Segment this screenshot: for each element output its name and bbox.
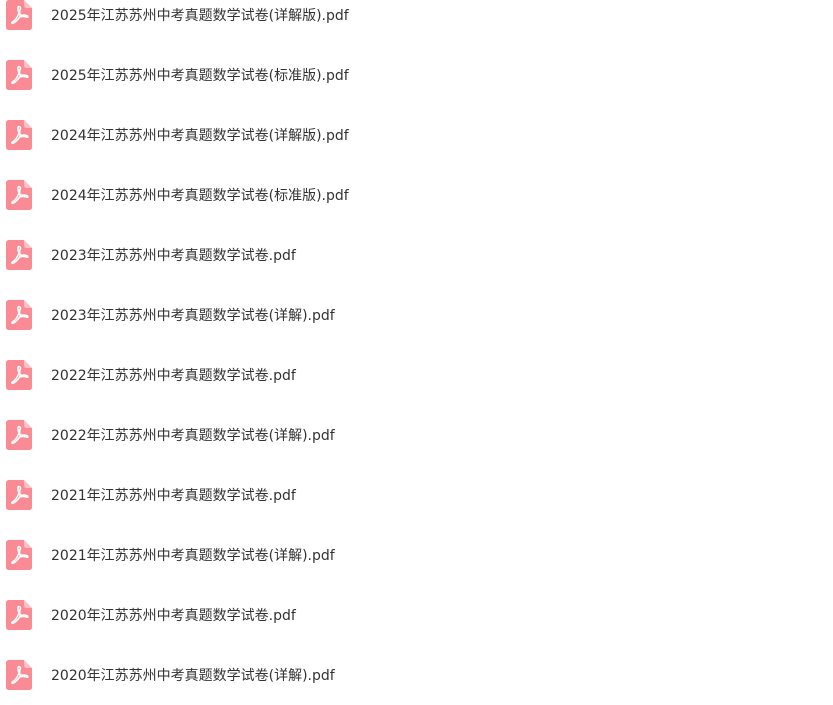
file-list-item[interactable]: 2022年江苏苏州中考真题数学试卷(详解).pdf — [0, 405, 833, 465]
pdf-file-icon — [6, 0, 32, 30]
pdf-file-icon — [6, 480, 32, 510]
file-name: 2023年江苏苏州中考真题数学试卷.pdf — [51, 248, 296, 264]
file-list-item[interactable]: 2021年江苏苏州中考真题数学试卷.pdf — [0, 465, 833, 525]
file-list: 2025年江苏苏州中考真题数学试卷(详解版).pdf 2025年江苏苏州中考真题… — [0, 0, 833, 705]
pdf-file-icon — [6, 540, 32, 570]
file-name: 2023年江苏苏州中考真题数学试卷(详解).pdf — [51, 308, 335, 324]
file-list-item[interactable]: 2025年江苏苏州中考真题数学试卷(标准版).pdf — [0, 45, 833, 105]
pdf-file-icon — [6, 120, 32, 150]
pdf-file-icon — [6, 180, 32, 210]
pdf-file-icon — [6, 240, 32, 270]
file-list-item[interactable]: 2023年江苏苏州中考真题数学试卷(详解).pdf — [0, 285, 833, 345]
file-list-item[interactable]: 2023年江苏苏州中考真题数学试卷.pdf — [0, 225, 833, 285]
file-list-item[interactable]: 2024年江苏苏州中考真题数学试卷(标准版).pdf — [0, 165, 833, 225]
file-list-item[interactable]: 2024年江苏苏州中考真题数学试卷(详解版).pdf — [0, 105, 833, 165]
file-name: 2021年江苏苏州中考真题数学试卷.pdf — [51, 488, 296, 504]
pdf-file-icon — [6, 300, 32, 330]
file-name: 2025年江苏苏州中考真题数学试卷(详解版).pdf — [51, 8, 349, 24]
pdf-file-icon — [6, 360, 32, 390]
file-list-item[interactable]: 2020年江苏苏州中考真题数学试卷.pdf — [0, 585, 833, 645]
pdf-file-icon — [6, 660, 32, 690]
file-name: 2021年江苏苏州中考真题数学试卷(详解).pdf — [51, 548, 335, 564]
pdf-file-icon — [6, 420, 32, 450]
file-name: 2022年江苏苏州中考真题数学试卷.pdf — [51, 368, 296, 384]
file-list-item[interactable]: 2022年江苏苏州中考真题数学试卷.pdf — [0, 345, 833, 405]
file-name: 2024年江苏苏州中考真题数学试卷(详解版).pdf — [51, 128, 349, 144]
file-name: 2025年江苏苏州中考真题数学试卷(标准版).pdf — [51, 68, 349, 84]
file-name: 2020年江苏苏州中考真题数学试卷(详解).pdf — [51, 668, 335, 684]
file-list-item[interactable]: 2021年江苏苏州中考真题数学试卷(详解).pdf — [0, 525, 833, 585]
file-list-item[interactable]: 2020年江苏苏州中考真题数学试卷(详解).pdf — [0, 645, 833, 705]
file-name: 2024年江苏苏州中考真题数学试卷(标准版).pdf — [51, 188, 349, 204]
pdf-file-icon — [6, 60, 32, 90]
file-name: 2020年江苏苏州中考真题数学试卷.pdf — [51, 608, 296, 624]
file-name: 2022年江苏苏州中考真题数学试卷(详解).pdf — [51, 428, 335, 444]
file-list-item[interactable]: 2025年江苏苏州中考真题数学试卷(详解版).pdf — [0, 0, 833, 45]
pdf-file-icon — [6, 600, 32, 630]
